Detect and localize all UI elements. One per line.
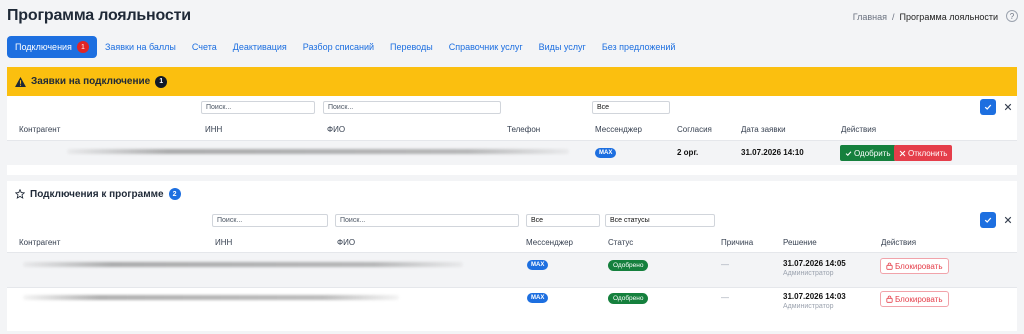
reason-value: — [721,260,729,269]
breadcrumb-home[interactable]: Главная [853,12,887,22]
connections-header: Подключения к программе 2 [7,183,1017,205]
consents-value: 2 орг. [677,148,699,157]
decision-by: Администратор [783,270,834,277]
close-icon [1004,216,1012,224]
connections-messenger-select[interactable]: Все [526,214,600,227]
tab-services-catalog[interactable]: Справочник услуг [441,36,531,58]
messenger-badge: MAX [595,148,617,158]
tab-points-requests[interactable]: Заявки на баллы [97,36,184,58]
requests-header: Заявки на подключение 1 [7,67,1017,96]
help-icon[interactable]: ? [1006,10,1018,22]
col-counterparty: Контрагент [19,125,61,134]
requests-clear-filter-button[interactable] [1002,100,1014,114]
connections-inn-search-input[interactable] [212,214,328,227]
approve-button[interactable]: Одобрить [840,145,896,161]
col-inn: ИНН [205,125,223,134]
connections-fio-search-input[interactable] [335,214,519,227]
requests-count-badge: 1 [155,75,168,88]
messenger-badge: MAX [527,260,549,270]
decision-date: 31.07.2026 14:03 [783,292,846,301]
reject-button[interactable]: Отклонить [894,145,953,161]
lock-icon [886,295,893,303]
tab-no-offers[interactable]: Без предложений [594,36,684,58]
table-row [7,253,1017,287]
connections-count-badge: 2 [168,188,181,200]
block-button[interactable]: Блокировать [880,291,949,307]
reason-value: — [721,293,729,302]
breadcrumb-current: Программа лояльности [899,12,998,22]
tab-writeoff-review[interactable]: Разбор списаний [295,36,382,58]
block-label: Блокировать [895,294,943,304]
breadcrumb-separator: / [892,12,895,22]
col-actions: Действия [841,125,877,134]
decision-by: Администратор [783,303,834,310]
star-icon [15,189,25,199]
requests-title: Заявки на подключение [31,76,151,87]
tab-label: Подключения [15,42,72,52]
check-icon [845,150,852,156]
status-badge: Одобрено [608,260,649,271]
connections-title: Подключения к программе [30,188,164,200]
close-icon [1004,103,1012,111]
tab-bar: Подключения 1 Заявки на баллы Счета Деак… [7,36,683,58]
connections-card: Подключения к программе 2 Все Все статус… [7,181,1017,331]
approve-label: Одобрить [854,148,891,158]
connections-apply-filter-button[interactable] [980,212,996,228]
close-icon [899,150,906,156]
tab-deactivation[interactable]: Деактивация [225,36,295,58]
divider [7,287,1017,288]
col-inn: ИНН [215,238,233,247]
col-fio: ФИО [337,238,356,247]
connections-status-select[interactable]: Все статусы [605,214,715,227]
col-phone: Телефон [507,125,541,134]
redacted-row-data [23,262,463,267]
col-messenger: Мессенджер [526,238,573,247]
redacted-row-data [67,149,569,154]
col-actions: Действия [881,238,917,247]
status-badge: Одобрено [608,293,649,304]
breadcrumb: Главная / Программа лояльности [853,12,998,22]
col-consents: Согласия [677,125,712,134]
block-label: Блокировать [895,261,943,271]
requests-fio-search-input[interactable] [323,101,501,114]
col-counterparty: Контрагент [19,238,61,247]
reject-label: Отклонить [908,148,948,158]
redacted-row-data [23,295,399,300]
messenger-badge: MAX [527,293,549,303]
col-reason: Причина [721,238,754,247]
requests-apply-filter-button[interactable] [980,99,996,115]
requests-inn-search-input[interactable] [201,101,315,114]
col-request-date: Дата заявки [741,125,786,134]
col-messenger: Мессенджер [595,125,642,134]
col-status: Статус [608,238,634,247]
tab-transfers[interactable]: Переводы [382,36,441,58]
col-decision: Решение [783,238,817,247]
decision-date: 31.07.2026 14:05 [783,259,846,268]
requests-card: Заявки на подключение 1 Все Контрагент И… [7,67,1017,175]
warning-icon [15,76,26,87]
tab-count-badge: 1 [76,41,89,53]
connections-clear-filter-button[interactable] [1002,213,1014,227]
tab-connections[interactable]: Подключения 1 [7,36,97,58]
check-icon [984,104,992,110]
tab-accounts[interactable]: Счета [184,36,225,58]
lock-icon [886,262,893,270]
tab-service-types[interactable]: Виды услуг [531,36,594,58]
request-date: 31.07.2026 14:10 [741,148,804,157]
check-icon [984,217,992,223]
page-title: Программа лояльности [7,7,191,24]
requests-messenger-select[interactable]: Все [592,101,670,114]
block-button[interactable]: Блокировать [880,258,949,274]
col-fio: ФИО [327,125,346,134]
